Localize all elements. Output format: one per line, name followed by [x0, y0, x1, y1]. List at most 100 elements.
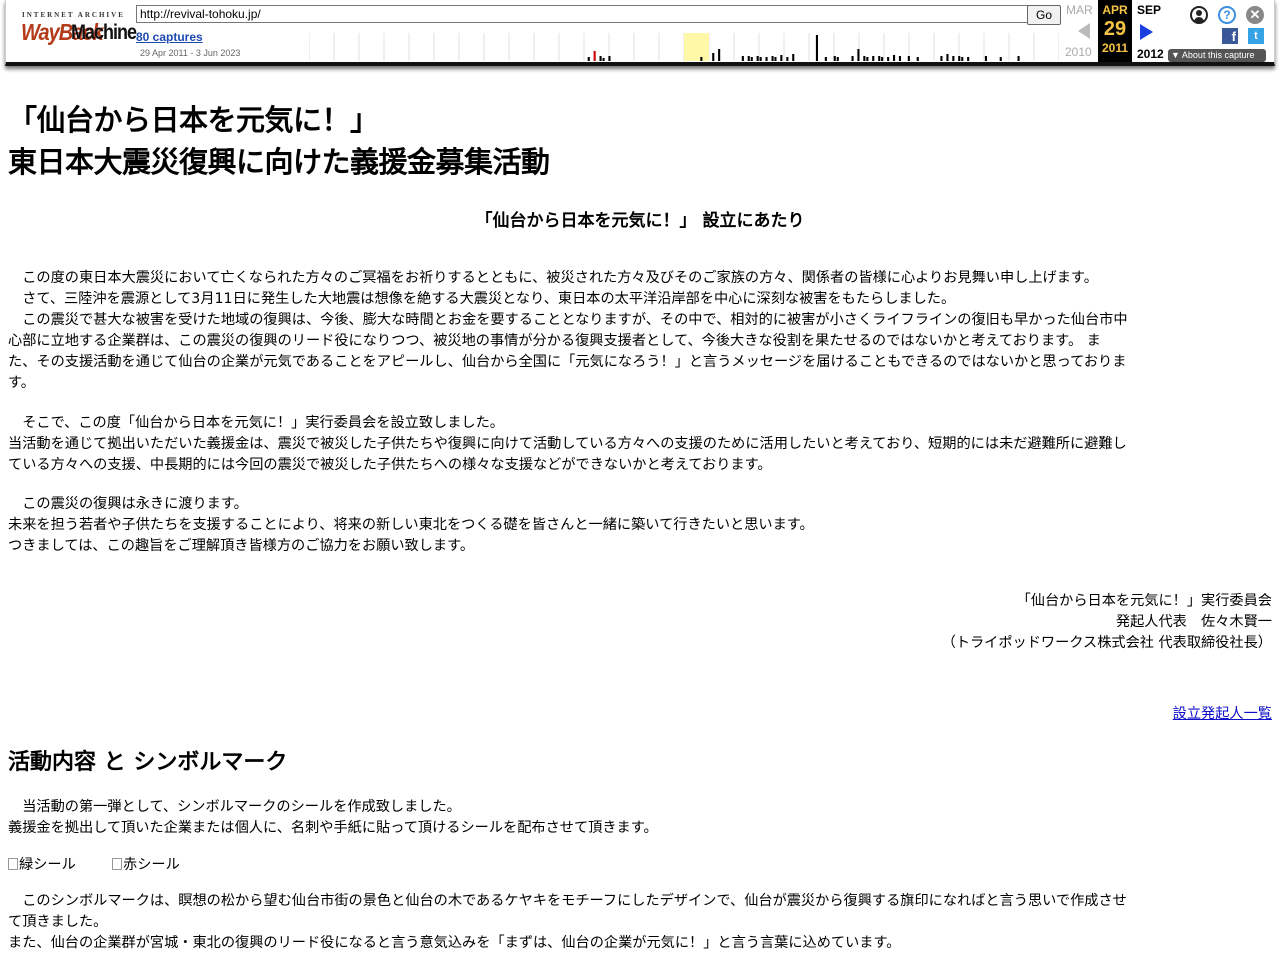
intro-line-1: この度の東日本大震災において亡くなられた方々のご冥福をお祈りするとともに、被災さ… — [8, 270, 1098, 286]
committee-line-3: ている方々への支援、中長期的には今回の震災で被災した子供たちへの様々な支援などが… — [8, 457, 772, 473]
sparkline-capture-bar[interactable] — [881, 57, 884, 61]
about-this-capture-button[interactable]: ▼ About this capture — [1168, 49, 1266, 62]
sparkline-capture-bar[interactable] — [786, 57, 789, 61]
sparkline-capture-bar[interactable] — [984, 56, 987, 61]
sparkline-capture-bar[interactable] — [878, 56, 881, 61]
sparkline-capture-bar[interactable] — [608, 56, 611, 61]
sparkline-capture-bar[interactable] — [824, 57, 827, 61]
next-year-label: 2012 — [1137, 47, 1164, 61]
red-sticker-image: 赤シール — [112, 855, 180, 875]
sparkline-capture-bar[interactable] — [741, 56, 744, 61]
wayback-logo[interactable]: WayBack Machine — [21, 20, 137, 46]
sparkline-current-year-highlight — [684, 33, 709, 61]
sparkline-capture-bar[interactable] — [907, 56, 910, 61]
current-month: APR — [1102, 3, 1128, 17]
activity-line-1: 当活動の第一弾として、シンボルマークのシールを作成致しました。 — [8, 799, 461, 815]
sparkline-capture-bar[interactable] — [712, 53, 715, 61]
sparkline-capture-bar[interactable] — [774, 57, 777, 61]
prev-year-label: 2010 — [1065, 45, 1092, 59]
symbol-line-3: また、仙台の企業群が宮城・東北の復興のリード役になると言う意気込みを「まずは、仙… — [8, 935, 901, 951]
sparkline-capture-bar[interactable] — [599, 56, 602, 61]
next-capture-arrow-icon[interactable] — [1140, 24, 1153, 40]
sparkline-capture-bar[interactable] — [792, 54, 795, 61]
next-month-label: SEP — [1137, 3, 1162, 17]
sparkline-capture-bar[interactable] — [863, 56, 866, 61]
sparkline-capture-bar[interactable] — [872, 56, 875, 61]
sparkline-capture-bar[interactable] — [756, 56, 759, 61]
symbol-line-1: このシンボルマークは、瞑想の松から望む仙台市街の景色と仙台の木であるケヤキをモチ… — [8, 893, 1127, 909]
prev-capture-arrow-icon[interactable] — [1078, 23, 1090, 39]
sparkline-capture-bar[interactable] — [898, 56, 901, 61]
captures-link[interactable]: 80 captures — [136, 30, 203, 44]
founders-list-link[interactable]: 設立発起人一覧 — [1173, 703, 1272, 723]
sparkline-capture-bar[interactable] — [718, 49, 721, 61]
close-icon[interactable]: ✕ — [1246, 6, 1264, 24]
url-input[interactable]: http://revival-tohoku.jp/ — [136, 5, 1028, 23]
sparkline-capture-bar[interactable] — [952, 56, 955, 61]
green-sticker-image: 緑シール — [8, 855, 76, 875]
wayback-toolbar: INTERNET ARCHIVE WayBack Machine http://… — [5, 0, 1275, 66]
committee-line-1: そこで、この度「仙台から日本を元気に！」実行委員会を設立致しました。 — [8, 415, 504, 431]
sparkline-capture-bar[interactable] — [916, 57, 919, 61]
wayback-logo-machine: Machine — [71, 19, 137, 44]
signature-representative: 発起人代表 佐々木賢一 — [1115, 614, 1272, 630]
sparkline-capture-bar[interactable] — [700, 57, 703, 61]
sparkline-capture-bar[interactable] — [887, 57, 890, 61]
sparkline-capture-bar[interactable] — [961, 57, 964, 61]
sparkline-capture-bar[interactable] — [759, 57, 762, 61]
sparkline-capture-bar[interactable] — [893, 55, 896, 61]
sparkline-capture-bar[interactable] — [815, 35, 818, 61]
sparkline-capture-bar[interactable] — [765, 57, 768, 61]
current-capture-date: APR 29 2011 — [1098, 0, 1132, 62]
sparkline-capture-bar[interactable] — [940, 56, 943, 61]
broken-image-icon — [8, 858, 18, 870]
sparkline-capture-bar[interactable] — [851, 56, 854, 61]
sparkline-capture-bar[interactable] — [587, 57, 590, 61]
sparkline-capture-bar[interactable] — [946, 54, 949, 61]
capture-sparkline[interactable] — [309, 33, 1059, 61]
user-account-icon[interactable] — [1190, 6, 1208, 24]
sparkline-capture-bar[interactable] — [967, 57, 970, 61]
sparkline-capture-bar[interactable] — [958, 56, 961, 61]
closing-line-2: 未来を担う若者や子供たちを支援することにより、将来の新しい東北をつくる礎を皆さん… — [8, 517, 814, 533]
capture-date-range: 29 Apr 2011 - 3 Jun 2023 — [140, 48, 241, 58]
symbol-line-2: て頂きました。 — [8, 914, 108, 930]
sparkline-capture-bar[interactable] — [1017, 56, 1020, 61]
section-subtitle: 「仙台から日本を元気に！」 設立にあたり — [475, 211, 805, 231]
red-sticker-alt: 赤シール — [123, 857, 180, 873]
sparkline-capture-bar[interactable] — [780, 55, 783, 61]
twitter-share-icon[interactable]: t — [1248, 28, 1264, 44]
closing-line-3: つきましては、この趣旨をご理解頂き皆様方のご協力をお願い致します。 — [8, 538, 475, 554]
sparkline-capture-bar[interactable] — [836, 57, 839, 61]
intro-line-5: た、その支援活動を通じて仙台の企業が元気であることをアピールし、仙台から全国に「… — [8, 354, 1127, 370]
green-sticker-alt: 緑シール — [19, 857, 76, 873]
signature-company: （トライポッドワークス株式会社 代表取締役社長） — [941, 635, 1272, 651]
sparkline-capture-bar[interactable] — [999, 57, 1002, 61]
committee-line-2: 当活動を通じて拠出いただいた義援金は、震災で被災した子供たちや復興に向けて活動し… — [8, 436, 1127, 452]
intro-line-4: 心部に立地する企業群は、この震災の復興のリード役になりつつ、被災地の事情が分かる… — [8, 333, 1101, 349]
sparkline-capture-bar[interactable] — [750, 57, 753, 61]
current-day: 29 — [1103, 18, 1127, 40]
intro-line-2: さて、三陸沖を震源として3月11日に発生した大地震は想像を絶する大震災となり、東… — [8, 291, 956, 307]
sparkline-capture-bar[interactable] — [833, 56, 836, 61]
about-capture-label: About this capture — [1181, 50, 1255, 60]
section2-title: 活動内容 と シンボルマーク — [8, 750, 288, 775]
sparkline-capture-bar[interactable] — [593, 51, 596, 61]
sparkline-capture-bar[interactable] — [771, 56, 774, 61]
intro-line-3: この震災で甚大な被害を受けた地域の復興は、今後、膨大な時間とお金を要することとな… — [8, 312, 1128, 328]
activity-line-2: 義援金を拠出して頂いた企業または個人に、名刺や手紙に貼って頂けるシールを配布させ… — [8, 820, 658, 836]
sparkline-capture-bar[interactable] — [866, 57, 869, 61]
broken-image-icon — [112, 858, 122, 870]
sparkline-capture-bar[interactable] — [602, 58, 605, 61]
sparkline-capture-bar[interactable] — [857, 49, 860, 61]
prev-month-label: MAR — [1066, 3, 1093, 17]
help-icon[interactable]: ? — [1218, 6, 1236, 24]
go-button[interactable]: Go — [1027, 5, 1061, 25]
current-year: 2011 — [1101, 41, 1129, 55]
page-title-line2: 東日本大震災復興に向けた義援金募集活動 — [8, 145, 550, 179]
closing-line-1: この震災の復興は永きに渡ります。 — [8, 496, 248, 512]
internet-archive-label: INTERNET ARCHIVE — [22, 11, 125, 19]
sparkline-capture-bar[interactable] — [747, 56, 750, 61]
page-title-line1: 「仙台から日本を元気に！」 — [8, 103, 379, 137]
facebook-share-icon[interactable]: f — [1222, 28, 1238, 44]
